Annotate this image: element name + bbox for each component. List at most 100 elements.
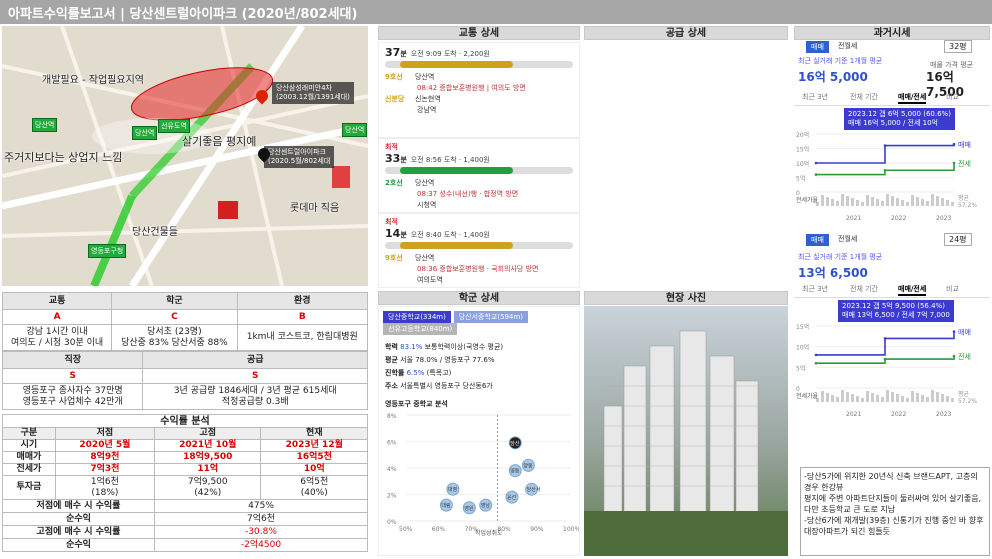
subtab-3[interactable]: 비교 [946, 92, 959, 102]
gap-bar [936, 196, 939, 206]
returns-table: 수익률 분석 구분 저점 고점 현재 시기 2020년 5월 2021년 10월 2023년… [1, 414, 368, 552]
gap-avg-value: 57.2% [958, 398, 977, 405]
gap-bar [951, 202, 954, 206]
row-label: 시기 [2, 439, 56, 452]
subtab-3[interactable]: 비교 [946, 284, 959, 294]
series-point [952, 330, 956, 333]
tab-sale[interactable]: 매매 [806, 41, 829, 53]
point-label: 양동 [523, 462, 533, 469]
station-tag: 당산역 [32, 118, 58, 132]
route-unit: 분 [400, 50, 407, 58]
gap-bar [821, 195, 824, 206]
map-label-living: 살기좋음 평지예 [182, 135, 257, 148]
line-badge: 신분당 [385, 95, 405, 103]
row-label: 투자금 [2, 475, 56, 500]
subtab-2[interactable]: 매매/전세 [898, 284, 927, 296]
pin-detail: (2003.12월/1391세대) [276, 93, 350, 101]
stop-name: 당산역 [415, 73, 435, 81]
tab-school-1[interactable]: 당산중학교(334m) [383, 311, 451, 323]
gap-bar [831, 199, 834, 206]
tab-rent[interactable]: 전월세 [838, 41, 857, 51]
school-stat-2: 평균 서울 78.0% / 영등포구 77.6% [385, 356, 495, 364]
gap-bar [856, 396, 859, 402]
gap-bar [871, 393, 874, 402]
route-info: 오전 8:40 도착 · 1,400원 [410, 231, 490, 239]
point-label: 당산 [510, 440, 520, 447]
desc-jobs: 영등포구 종사자수 37만명 영등포구 사업체수 42만개 [1, 383, 144, 410]
subtab-1[interactable]: 전체 기간 [850, 92, 878, 102]
series-label: 매매 [958, 329, 971, 337]
scatter-svg: 0%2%4%6%8%50% 60% 70% 80% 90% 100%당산양동영등당산서대영… [387, 413, 579, 537]
size-select[interactable]: 24평 [944, 233, 972, 246]
route-card[interactable]: 최적 14분 오전 8:40 도착 · 1,400원 9호선 당산역 08:36 증합보훈… [379, 214, 579, 287]
route-minutes: 37 [385, 46, 401, 59]
y-tick-label: 2% [387, 493, 397, 500]
y-tick-label: 20억 [796, 131, 809, 139]
gap-bar [921, 395, 924, 402]
route-card[interactable]: 최적 33분 오전 8:56 도착 · 1,400원 2호선 당산역 08:37 성수(내… [379, 139, 579, 214]
tab-sale[interactable]: 매매 [806, 234, 829, 246]
gap-bar [951, 398, 954, 402]
school-stat-4: 주소 서울특별시 영등포구 당산동6가 [385, 382, 493, 390]
school-scatter: 0% 2% 4% 6% 8% 50% 60% 70% 80% 90% 100% 당산 양동 영등 당산서 대영… [379, 409, 579, 539]
tab-rent[interactable]: 전월세 [838, 234, 857, 244]
map-label-lotte: 롯데마 직음 [290, 203, 340, 214]
gap-bar [946, 396, 949, 402]
route-stop: 2호선 당산역 [385, 178, 573, 189]
series-label: 전세 [958, 352, 971, 361]
size-select[interactable]: 32평 [944, 40, 972, 53]
gap-bar [896, 198, 899, 206]
stop-name: 08:37 성수(내선)행 · 합정역 방면 [417, 190, 519, 198]
y-tick-label: 5억 [796, 364, 805, 372]
row-value: 2023년 12월 [260, 439, 368, 452]
gap-avg-label: 평균 [958, 194, 970, 202]
map-label-commercial: 주거지보다는 상업지 느낌 [4, 151, 123, 164]
desc-transport: 강남 1시간 이내 여의도 / 시청 30분 이내 [1, 324, 113, 351]
tab-school-3[interactable]: 선유고등학교(840m) [383, 323, 458, 335]
gap-bar [881, 201, 884, 206]
gap-bar [916, 197, 919, 206]
row-value: 6억5천 (40%) [260, 475, 368, 500]
gap-bar [871, 197, 874, 206]
map-label-development: 개발필요 - 작업필요지역 [42, 75, 144, 86]
map-pin-ipark[interactable]: 당산센트럴아이파크 (2020.5월/802세대 [264, 146, 335, 168]
subtab-0[interactable]: 최근 3년 [802, 92, 828, 102]
location-map[interactable]: 개발필요 - 작업필요지역 살기좋음 평지예 주거지보다는 상업지 느낌 롯데마… [2, 26, 368, 286]
gap-bar [831, 395, 834, 402]
gap-bar [941, 198, 944, 206]
route-bar [385, 167, 573, 174]
route-stop: 강남역 [385, 105, 573, 116]
series-point [952, 354, 956, 358]
subtab-0[interactable]: 최근 3년 [802, 284, 828, 294]
gap-bar [941, 394, 944, 402]
stop-name: 당산역 [415, 254, 435, 262]
tab-school-2[interactable]: 당산서중학교(594m) [453, 311, 529, 323]
recent-price: 16억 5,000 [798, 70, 868, 84]
gap-bar [901, 396, 904, 402]
y-tick-label: 15억 [796, 323, 809, 331]
col-header: 현재 [260, 427, 368, 440]
cat-supply: 공급 [142, 351, 368, 369]
row-value: 11억 [154, 463, 262, 476]
route-stop: 9호선 당산역 [385, 72, 573, 83]
gap-bar [836, 201, 839, 206]
route-card[interactable]: 37분 오전 9:09 도착 · 2,200원 9호선 당산역 08:42 증합보훈병원… [379, 43, 579, 139]
grade-transport: A [1, 309, 113, 325]
row-value: 7억9,500 (42%) [154, 475, 262, 500]
gap-bar [856, 200, 859, 206]
stop-name: 강남역 [417, 106, 437, 114]
map-pin-samsung[interactable]: 당산삼성래미안4차 (2003.12월/1391세대) [272, 82, 354, 104]
traffic-panel: 37분 오전 9:09 도착 · 2,200원 9호선 당산역 08:42 증합보훈병원… [378, 42, 580, 288]
gap-bar [911, 391, 914, 402]
x-tick-label: 2022 [891, 411, 906, 418]
gap-bar [911, 195, 914, 206]
school-stat-1: 학력 83.1% 보통학력이상(국영수 평균) [385, 343, 504, 351]
route-bar-fill [400, 167, 513, 174]
subtab-2[interactable]: 매매/전세 [898, 92, 927, 104]
gap-axis-label: 전세가율 [796, 392, 819, 400]
point-label: 윤선 [507, 494, 517, 501]
subtab-1[interactable]: 전체 기간 [850, 284, 878, 294]
map-label-buildings: 당산건물들 [132, 227, 178, 238]
stop-name: 시청역 [417, 201, 437, 209]
price-chart-32: 2023.12 갭 6억 5,000 (60.6%) 매매 16억 5,000 … [794, 106, 990, 232]
